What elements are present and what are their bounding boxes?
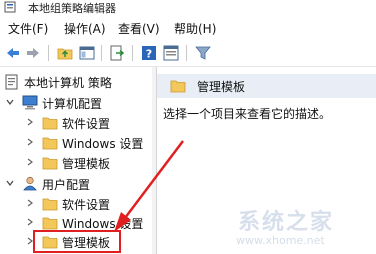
- toolbar: ?: [0, 40, 376, 67]
- tree-item[interactable]: 软件设置: [0, 194, 152, 214]
- properties-icon[interactable]: [162, 44, 180, 62]
- svg-text:?: ?: [146, 48, 152, 61]
- forward-arrow-icon[interactable]: [24, 44, 42, 62]
- chevron-right-icon[interactable]: [26, 138, 34, 146]
- detail-description: 选择一个项目来查看它的描述。: [163, 107, 332, 121]
- toolbar-separator: [48, 45, 49, 61]
- menu-view[interactable]: 查看(V): [118, 20, 160, 37]
- computer-icon: [22, 95, 38, 110]
- back-arrow-icon[interactable]: [4, 44, 22, 62]
- detail-header: 管理模板: [157, 74, 376, 98]
- menu-file[interactable]: 文件(F): [8, 20, 48, 37]
- policy-editor-icon: [4, 1, 16, 13]
- watermark-logo: 系统之家: [238, 210, 335, 235]
- menu-help[interactable]: 帮助(H): [174, 20, 216, 37]
- watermark-url: www.xhome.net: [236, 234, 325, 247]
- folder-icon: [42, 117, 58, 130]
- highlight-box: [33, 230, 121, 253]
- user-icon: [23, 176, 37, 191]
- chevron-right-icon[interactable]: [26, 218, 34, 226]
- toolbar-separator: [101, 45, 102, 61]
- folder-icon: [42, 157, 58, 170]
- chevron-right-icon[interactable]: [26, 199, 34, 207]
- folder-icon: [42, 217, 58, 230]
- folder-icon: [170, 80, 186, 93]
- tree-item-label: Windows 设置: [62, 137, 144, 151]
- tree-root[interactable]: 本地计算机 策略: [0, 72, 152, 92]
- toolbar-separator: [186, 45, 187, 61]
- folder-icon: [42, 137, 58, 150]
- tree-item-label: 管理模板: [62, 157, 111, 171]
- folder-icon: [42, 198, 58, 211]
- up-folder-icon[interactable]: [56, 44, 74, 62]
- window-title: 本地组策略编辑器: [28, 2, 116, 15]
- chevron-down-icon[interactable]: [6, 98, 14, 106]
- filter-icon[interactable]: [194, 44, 212, 62]
- tree-root-label: 本地计算机 策略: [24, 76, 112, 90]
- console-tree: 本地计算机 策略 计算机配置 软件设置 Windows 设置 管理模板 用户配置…: [0, 67, 153, 254]
- title-bar: 本地组策略编辑器: [0, 0, 376, 16]
- menu-action[interactable]: 操作(A): [64, 20, 106, 37]
- toolbar-separator: [132, 45, 133, 61]
- tree-item-label: 软件设置: [62, 198, 111, 212]
- tree-user-config[interactable]: 用户配置: [0, 174, 152, 194]
- tree-item[interactable]: 软件设置: [0, 113, 152, 133]
- tree-computer-config[interactable]: 计算机配置: [0, 93, 152, 113]
- detail-title: 管理模板: [197, 80, 246, 94]
- help-icon[interactable]: ?: [140, 44, 158, 62]
- tree-user-config-label: 用户配置: [42, 178, 91, 192]
- menu-bar: 文件(F) 操作(A) 查看(V) 帮助(H): [0, 16, 376, 40]
- export-list-icon[interactable]: [108, 44, 126, 62]
- tree-item[interactable]: 管理模板: [0, 153, 152, 173]
- chevron-right-icon[interactable]: [26, 158, 34, 166]
- policy-document-icon: [5, 74, 18, 90]
- tree-item-label: 软件设置: [62, 117, 111, 131]
- chevron-down-icon[interactable]: [6, 179, 14, 187]
- tree-computer-config-label: 计算机配置: [42, 97, 103, 111]
- tree-item[interactable]: Windows 设置: [0, 133, 152, 153]
- show-hide-tree-icon[interactable]: [78, 44, 96, 62]
- chevron-right-icon[interactable]: [26, 118, 34, 126]
